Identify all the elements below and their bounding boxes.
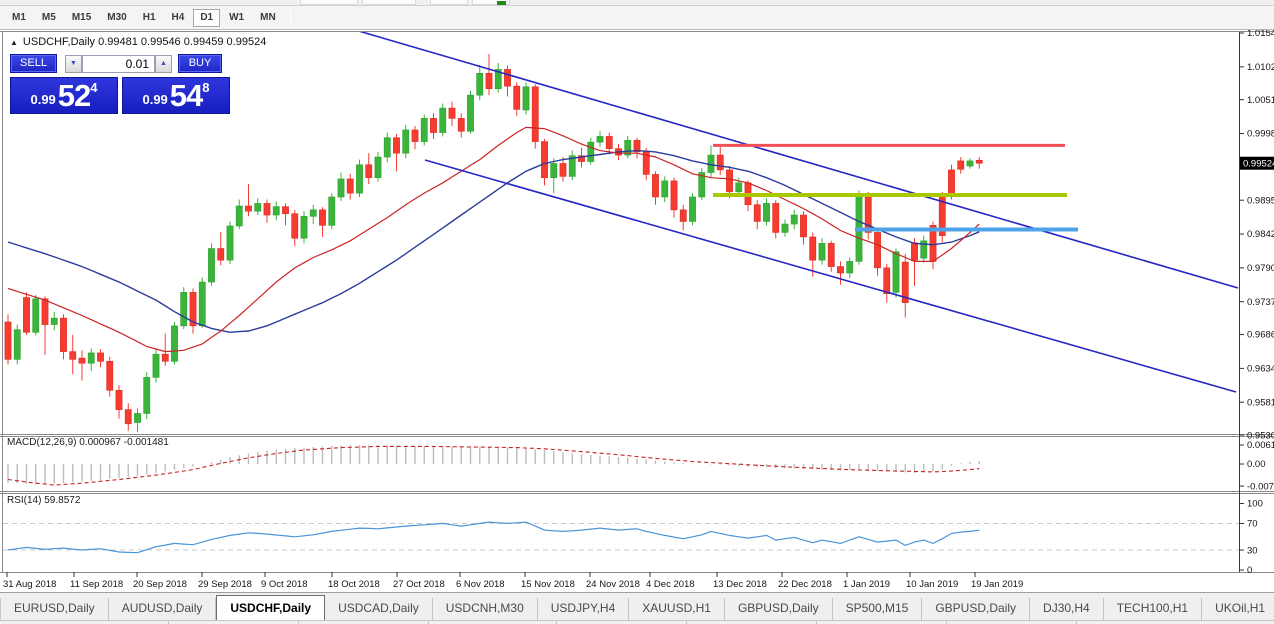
buy-price-pip: 8 [202, 80, 209, 95]
price-tick-label: 0.95815 [1247, 397, 1274, 408]
sell-price-button[interactable]: 0.99 52 4 [10, 77, 118, 114]
date-tick-label: 13 Dec 2018 [713, 579, 767, 590]
date-tick-label: 31 Aug 2018 [3, 579, 56, 590]
chart-window: 1.01545 1.01020 1.00510 0.99985 0.98950 0.984… [0, 30, 1274, 592]
timeframe-button-m30[interactable]: M30 [100, 9, 133, 27]
chart-tab-eurusd-daily-0[interactable]: EURUSD,Daily [1, 598, 109, 620]
date-tick-label: 15 Nov 2018 [521, 579, 575, 590]
volume-increase-button[interactable]: ▲ [155, 55, 172, 73]
buy-button[interactable]: BUY [178, 54, 222, 73]
price-tick-label: 1.01545 [1247, 30, 1274, 39]
toolbar-separator [290, 10, 291, 26]
mt4-window: M1M5M15M30H1H4D1W1MN 1.01545 1.01020 1.005… [0, 0, 1274, 624]
timeframe-button-m15[interactable]: M15 [65, 9, 98, 27]
price-tick-label: 0.96340 [1247, 364, 1274, 375]
toolbar-green-indicator [497, 1, 506, 5]
price-tick-label: 1.00510 [1247, 95, 1274, 106]
one-click-trading-panel: SELL ▼ 0.01 ▲ BUY 0.99 52 4 0.99 54 8 [10, 54, 232, 73]
chart-tab-usdcad-daily-3[interactable]: USDCAD,Daily [325, 598, 433, 620]
date-tick-label: 11 Sep 2018 [70, 579, 123, 590]
date-tick-label: 20 Sep 2018 [133, 579, 187, 590]
toolbar-sliver-segment [300, 0, 358, 5]
macd-tick-label: 0.006137 [1247, 440, 1274, 451]
chart-title: ▲ USDCHF,Daily 0.99481 0.99546 0.99459 0.… [10, 36, 266, 48]
price-tick-label: 0.98425 [1247, 229, 1274, 240]
status-strip [0, 620, 1274, 624]
timeframe-button-w1[interactable]: W1 [222, 9, 251, 27]
chart-tab-tech100-h1-11[interactable]: TECH100,H1 [1104, 598, 1202, 620]
chart-tab-usdchf-daily-2[interactable]: USDCHF,Daily [216, 595, 325, 620]
collapse-panel-icon[interactable]: ▲ [10, 38, 18, 47]
macd-tick-label: -0.007142 [1247, 481, 1274, 492]
sell-price-pip: 4 [90, 80, 97, 95]
rsi-tick-label: 0 [1247, 565, 1252, 576]
chart-tab-sp500-m15-8[interactable]: SP500,M15 [833, 598, 923, 620]
date-tick-label: 10 Jan 2019 [906, 579, 958, 590]
toolbar-sliver-segment [362, 0, 416, 5]
date-tick-label: 24 Nov 2018 [586, 579, 640, 590]
date-tick-label: 22 Dec 2018 [778, 579, 832, 590]
date-tick-label: 4 Dec 2018 [646, 579, 695, 590]
date-tick-label: 6 Nov 2018 [456, 579, 505, 590]
sell-button[interactable]: SELL [10, 54, 57, 73]
timeframe-button-m1[interactable]: M1 [5, 9, 33, 27]
price-tick-label: 0.97900 [1247, 263, 1274, 274]
timeframe-button-h1[interactable]: H1 [136, 9, 163, 27]
price-tick-label: 0.97375 [1247, 297, 1274, 308]
date-tick-label: 27 Oct 2018 [393, 579, 445, 590]
price-tick-label: 0.99985 [1247, 129, 1274, 140]
buy-price-main: 54 [170, 82, 202, 110]
rsi-indicator-label: RSI(14) 59.8572 [7, 495, 80, 506]
rsi-tick-label: 70 [1247, 519, 1258, 530]
chart-tab-bar: EURUSD,DailyAUDUSD,DailyUSDCHF,DailyUSDC… [0, 592, 1274, 620]
timeframe-button-m5[interactable]: M5 [35, 9, 63, 27]
date-tick-label: 1 Jan 2019 [843, 579, 890, 590]
chart-canvas[interactable]: 1.01545 1.01020 1.00510 0.99985 0.98950 0.984… [0, 30, 1274, 592]
sell-price-prefix: 0.99 [30, 90, 55, 110]
chart-symbol-ohlc: USDCHF,Daily 0.99481 0.99546 0.99459 0.9… [23, 36, 266, 48]
chart-tab-usdjpy-h4-5[interactable]: USDJPY,H4 [538, 598, 629, 620]
date-tick-label: 9 Oct 2018 [261, 579, 307, 590]
price-tick-label: 0.96865 [1247, 330, 1274, 341]
volume-decrease-button[interactable]: ▼ [65, 55, 82, 73]
chart-tab-ukoil-h1-12[interactable]: UKOil,H1 [1202, 598, 1274, 620]
chart-tab-gbpusd-daily-7[interactable]: GBPUSD,Daily [725, 598, 833, 620]
chart-tab-xauusd-h1-6[interactable]: XAUUSD,H1 [629, 598, 725, 620]
chart-tab-gbpusd-daily-9[interactable]: GBPUSD,Daily [922, 598, 1030, 620]
timeframe-button-d1[interactable]: D1 [193, 9, 220, 27]
current-price-label: 0.99524 [1243, 159, 1274, 170]
timeframe-button-mn[interactable]: MN [253, 9, 283, 27]
buy-price-prefix: 0.99 [142, 90, 167, 110]
date-tick-label: 29 Sep 2018 [198, 579, 252, 590]
timeframe-button-h4[interactable]: H4 [165, 9, 192, 27]
price-tick-label: 1.01020 [1247, 62, 1274, 73]
macd-indicator-label: MACD(12,26,9) 0.000967 -0.001481 [7, 437, 169, 448]
chart-tab-audusd-daily-1[interactable]: AUDUSD,Daily [109, 598, 217, 620]
sell-price-main: 52 [58, 82, 90, 110]
timeframe-toolbar: M1M5M15M30H1H4D1W1MN [0, 6, 1274, 30]
toolbar-sliver-segment [430, 0, 468, 5]
date-tick-label: 18 Oct 2018 [328, 579, 380, 590]
date-tick-label: 19 Jan 2019 [971, 579, 1023, 590]
chart-tab-dj30-h4-10[interactable]: DJ30,H4 [1030, 598, 1104, 620]
volume-input[interactable]: 0.01 [82, 55, 155, 73]
buy-price-button[interactable]: 0.99 54 8 [122, 77, 230, 114]
chart-tab-usdcnh-m30-4[interactable]: USDCNH,M30 [433, 598, 538, 620]
rsi-tick-label: 100 [1247, 499, 1263, 510]
price-tick-label: 0.98950 [1247, 195, 1274, 206]
macd-tick-label: 0.00 [1247, 459, 1266, 470]
rsi-tick-label: 30 [1247, 545, 1258, 556]
